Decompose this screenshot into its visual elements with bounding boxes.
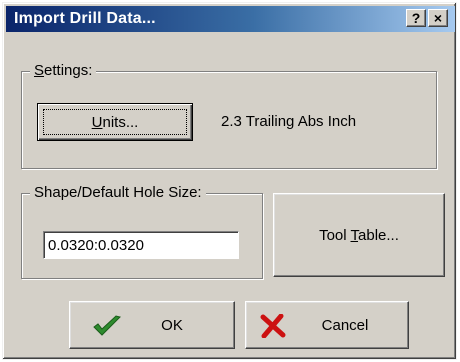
hole-size-input[interactable] bbox=[43, 231, 239, 259]
title-bar[interactable]: Import Drill Data... ? × bbox=[6, 6, 455, 32]
units-value: 2.3 Trailing Abs Inch bbox=[221, 113, 357, 130]
tool-table-button-label: Tool Table... bbox=[319, 226, 399, 244]
units-button[interactable]: Units... bbox=[37, 103, 193, 141]
close-icon: × bbox=[433, 10, 443, 26]
focus-indicator bbox=[43, 109, 187, 135]
settings-group-label: Settings: bbox=[30, 62, 97, 79]
tool-table-button[interactable]: Tool Table... bbox=[273, 193, 445, 277]
cancel-button[interactable]: Cancel bbox=[245, 301, 409, 349]
ok-button-label: OK bbox=[161, 316, 183, 334]
close-button[interactable]: × bbox=[428, 9, 448, 27]
window-title: Import Drill Data... bbox=[14, 10, 156, 27]
ok-button[interactable]: OK bbox=[69, 301, 235, 349]
cancel-button-label: Cancel bbox=[321, 316, 369, 334]
help-button[interactable]: ? bbox=[406, 9, 426, 27]
x-mark-icon bbox=[260, 314, 286, 338]
hole-size-group-label: Shape/Default Hole Size: bbox=[30, 184, 206, 201]
checkmark-icon bbox=[93, 315, 121, 336]
help-icon: ? bbox=[411, 10, 421, 26]
import-drill-data-dialog: Import Drill Data... ? × Settings: Units… bbox=[2, 2, 457, 360]
